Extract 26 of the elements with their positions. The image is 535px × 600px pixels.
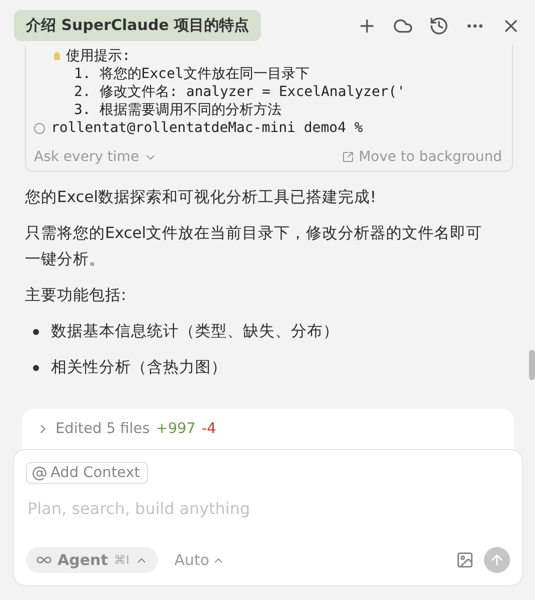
terminal-prompt: rollentat@rollentatdeMac-mini demo4 % [51,119,363,137]
message-paragraph: 您的Excel数据探索和可视化分析工具已搭建完成! [25,187,378,208]
scrollbar[interactable] [529,350,535,380]
bullet-text: 相关性分析（含热力图） [51,357,227,378]
model-selector[interactable]: Auto [168,550,232,570]
message-paragraph: 只需将您的Excel文件放在当前目录下，修改分析器的文件名即可一键分析。 [25,223,484,270]
terminal-line: 1. 将您的Excel文件放在同一目录下 [74,65,310,83]
terminal-line: 使用提示: [66,47,130,65]
conversation-title[interactable]: 介绍 SuperClaude 项目的特点 [14,10,262,41]
terminal-line: 2. 修改文件名: analyzer = ExcelAnalyzer(' [74,83,406,101]
agent-mode-button[interactable]: Agent ⌘I [26,547,158,573]
move-to-background-button[interactable]: Move to background [342,149,502,165]
message-paragraph: 主要功能包括: [25,285,128,306]
edited-files-toggle[interactable]: Edited 5 files +997 -4 [22,409,514,449]
prompt-input[interactable]: Plan, search, build anything [26,498,510,519]
bullet-dot [33,329,39,335]
run-mode-dropdown[interactable]: Ask every time [34,149,158,165]
bullet-dot [33,365,39,371]
external-arrow-icon [342,151,354,163]
bullet-text: 数据基本信息统计（类型、缺失、分布） [51,321,339,342]
add-context-button[interactable]: Add Context [26,462,148,484]
at-sign-icon [32,466,46,480]
history-icon[interactable] [429,16,449,36]
status-circle-icon [34,122,45,134]
terminal-line: 3. 根据需要调用不同的分析方法 [74,101,282,119]
image-icon[interactable] [456,551,474,569]
